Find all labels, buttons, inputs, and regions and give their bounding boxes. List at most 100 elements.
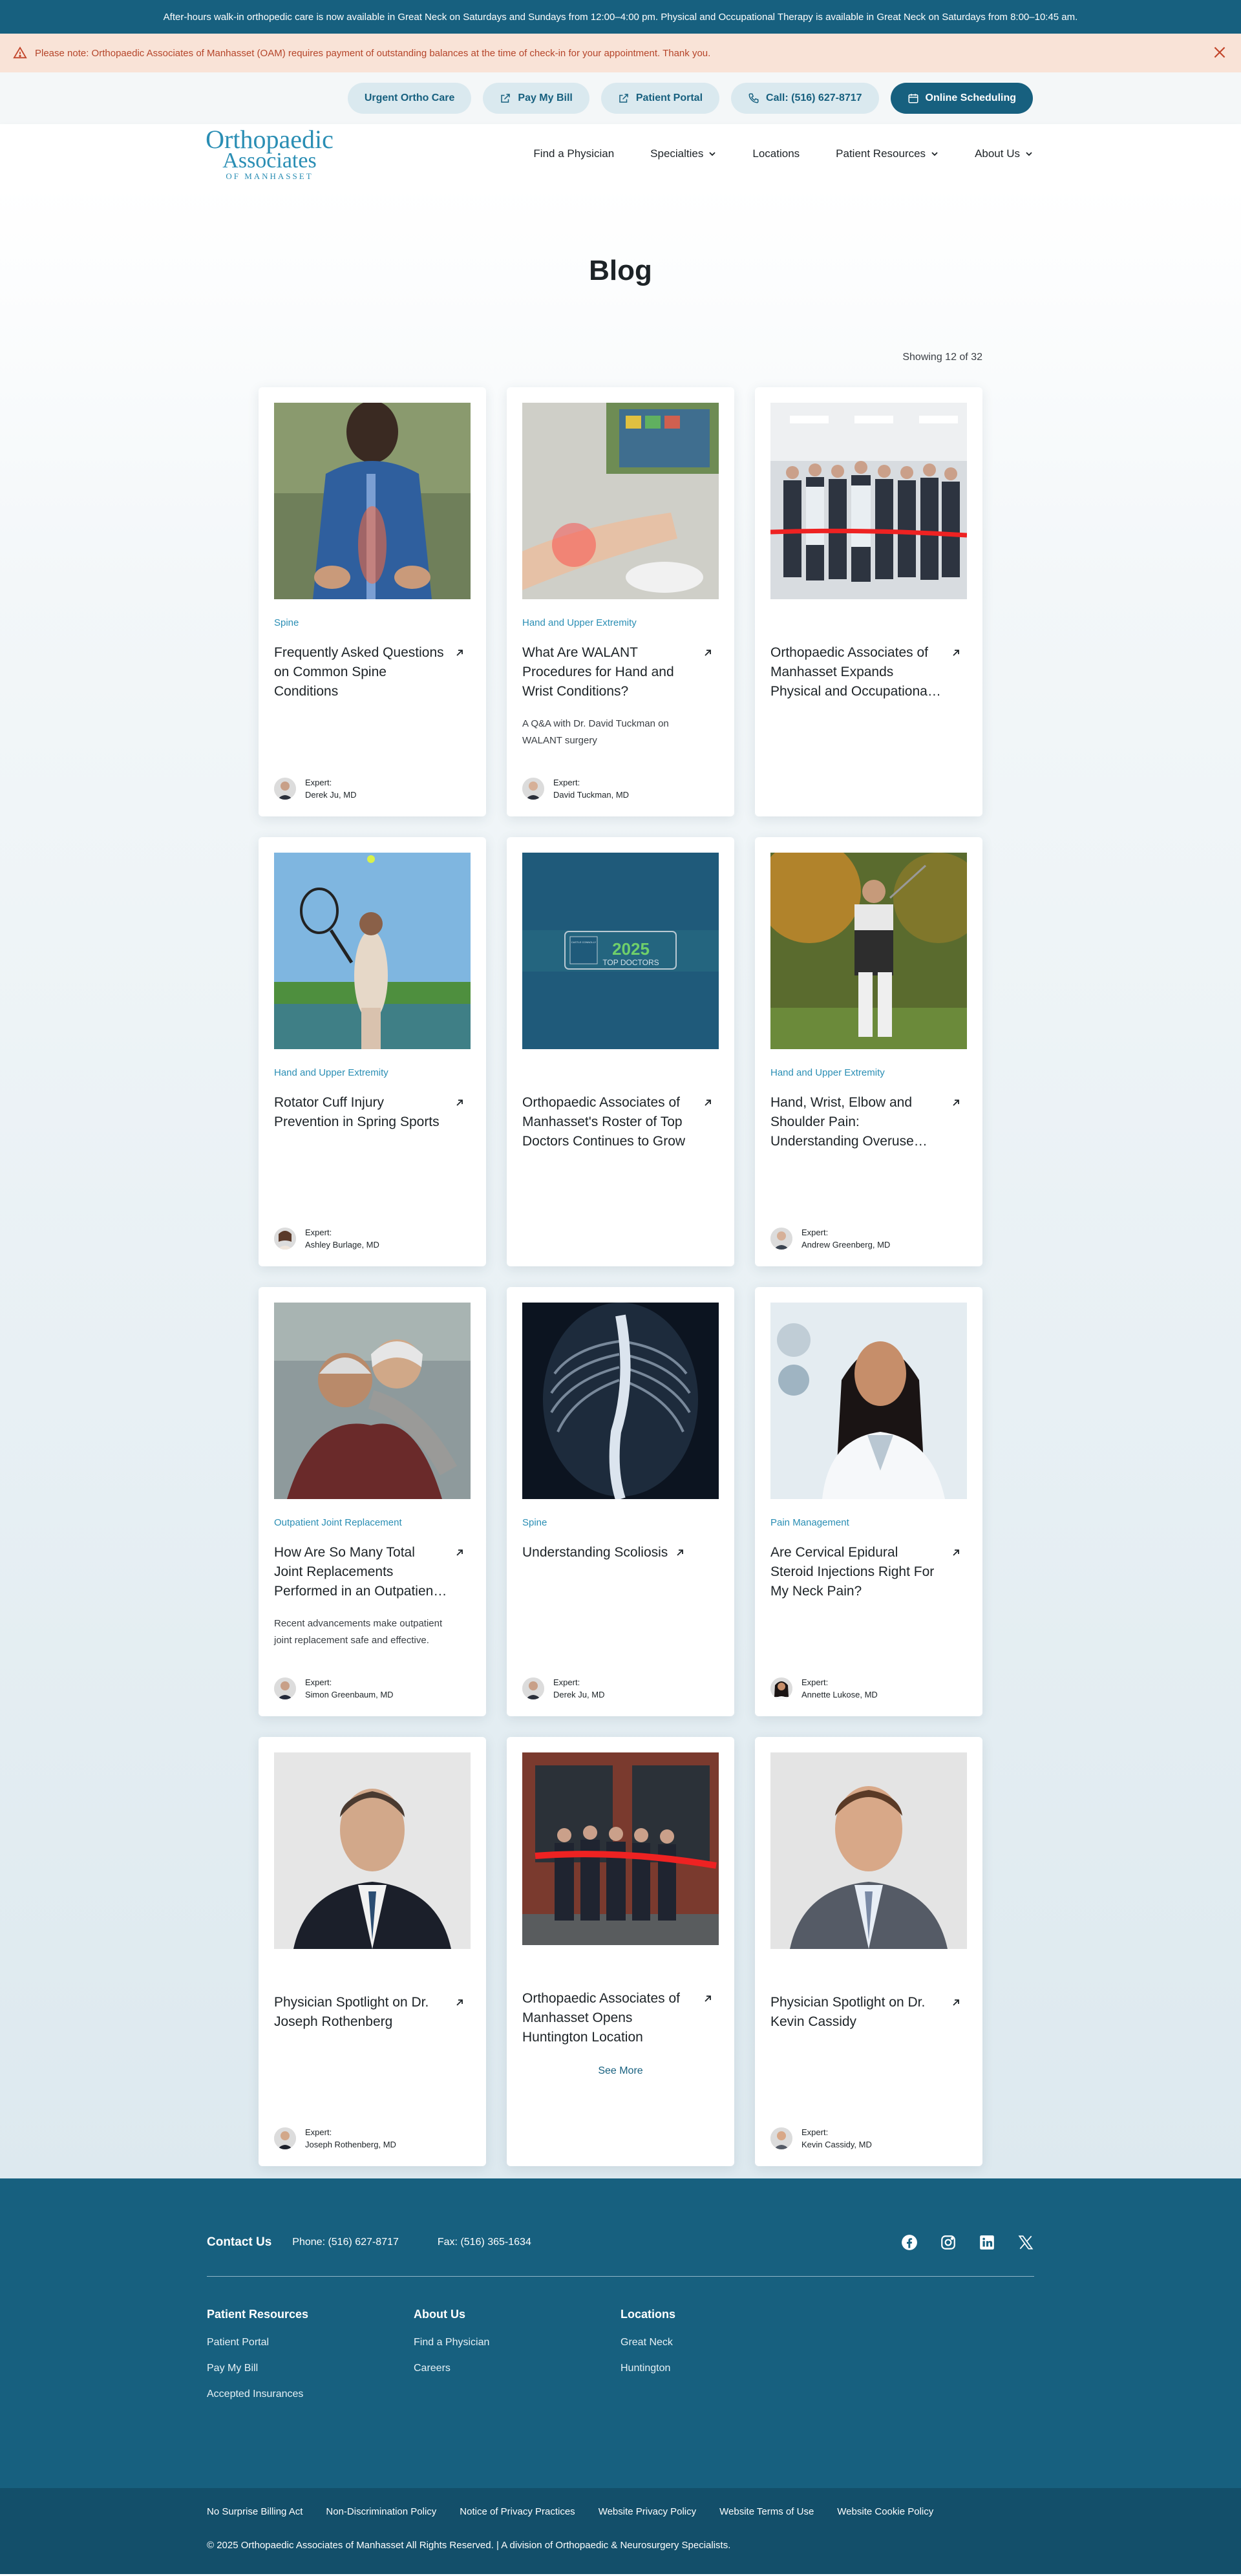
logo-line-1: Orthopaedic xyxy=(206,124,334,154)
arrow-up-right-icon xyxy=(456,1100,463,1106)
expert-label: Expert: xyxy=(305,2127,332,2137)
call-button[interactable]: Call: (516) 627-8717 xyxy=(731,83,879,114)
arrow-up-right-icon xyxy=(456,1999,463,2006)
blog-card[interactable]: Spine Understanding Scoliosis Expert: Der… xyxy=(507,1287,734,1716)
arrow-up-right-icon xyxy=(953,1999,959,2006)
blog-card[interactable]: Outpatient Joint Replacement How Are So … xyxy=(259,1287,486,1716)
card-image-cassidy xyxy=(770,1752,967,1949)
card-title: Physician Spotlight on Dr. Kevin Cassidy xyxy=(770,1995,926,2029)
facebook-icon[interactable] xyxy=(901,2234,918,2251)
schedule-label: Online Scheduling xyxy=(925,92,1016,103)
card-expert: Expert: Ashley Burlage, MD xyxy=(274,1226,379,1251)
blog-card[interactable]: Orthopaedic Associates of Manhasset Open… xyxy=(507,1737,734,2166)
expert-label: Expert: xyxy=(801,1677,829,1687)
logo-line-2: Associates xyxy=(222,148,317,173)
blog-grid: Spine Frequently Asked Questions on Comm… xyxy=(259,387,982,2166)
footer-link-huntington[interactable]: Huntington xyxy=(620,2363,827,2374)
nav-about-label: About Us xyxy=(975,147,1020,160)
card-image-wrist xyxy=(522,403,719,599)
card-category xyxy=(522,1067,719,1079)
online-scheduling-button[interactable]: Online Scheduling xyxy=(890,83,1033,114)
card-title: Are Cervical Epidural Steroid Injections… xyxy=(770,1545,935,1599)
nav-about-us[interactable]: About Us xyxy=(975,147,1033,160)
footer-link-great-neck[interactable]: Great Neck xyxy=(620,2337,827,2348)
blog-card[interactable]: CASTLE CONNOLLY 2025 TOP DOCTORS Orthopa… xyxy=(507,837,734,1266)
avatar xyxy=(522,1677,544,1699)
arrow-up-right-icon xyxy=(705,1996,711,2002)
card-title: Physician Spotlight on Dr. Joseph Rothen… xyxy=(274,1995,429,2029)
blog-card[interactable]: Pain Management Are Cervical Epidural St… xyxy=(755,1287,982,1716)
nav-specialties[interactable]: Specialties xyxy=(650,147,716,160)
nav-resources-label: Patient Resources xyxy=(836,147,926,160)
footer-link-pay-my-bill[interactable]: Pay My Bill xyxy=(207,2363,414,2374)
footer-phone[interactable]: Phone: (516) 627-8717 xyxy=(292,2237,399,2248)
card-expert: Expert: Joseph Rothenberg, MD xyxy=(274,2126,396,2151)
pay-my-bill-button[interactable]: Pay My Bill xyxy=(483,83,589,114)
phone-icon xyxy=(748,93,759,103)
col-title: About Us xyxy=(414,2308,465,2321)
avatar xyxy=(274,1228,296,1250)
x-icon[interactable] xyxy=(1017,2234,1034,2251)
page-title: Blog xyxy=(589,255,652,286)
legal-link-terms[interactable]: Website Terms of Use xyxy=(719,2506,814,2517)
card-category: Spine xyxy=(274,617,299,628)
footer-link-patient-portal[interactable]: Patient Portal xyxy=(207,2337,414,2348)
legal-link-no-surprise-billing[interactable]: No Surprise Billing Act xyxy=(207,2506,302,2517)
chevron-down-icon xyxy=(931,152,938,156)
legal-link-privacy-practices[interactable]: Notice of Privacy Practices xyxy=(460,2506,575,2517)
warning-icon xyxy=(13,46,27,59)
footer-divider xyxy=(207,2276,1034,2277)
main-nav: Orthopaedic Associates OF MANHASSET Find… xyxy=(0,124,1241,184)
nav-patient-resources[interactable]: Patient Resources xyxy=(836,147,939,160)
card-category: Hand and Upper Extremity xyxy=(274,1067,388,1078)
alert-text: Please note: Orthopaedic Associates of M… xyxy=(35,47,711,59)
card-category xyxy=(522,1963,719,1975)
call-label: Call: (516) 627-8717 xyxy=(766,92,862,103)
badge-castle-connolly: CASTLE CONNOLLY xyxy=(571,941,597,944)
close-icon[interactable] xyxy=(1211,44,1228,61)
legal-links: No Surprise Billing Act Non-Discriminati… xyxy=(207,2506,933,2517)
card-category xyxy=(770,617,967,629)
legal-link-cookie-policy[interactable]: Website Cookie Policy xyxy=(837,2506,933,2517)
expert-label: Expert: xyxy=(801,2127,829,2137)
contact-row: Contact Us Phone: (516) 627-8717 Fax: (5… xyxy=(207,2234,1034,2251)
arrow-up-right-icon xyxy=(705,1100,711,1106)
blog-card[interactable]: Physician Spotlight on Dr. Joseph Rothen… xyxy=(259,1737,486,2166)
copyright: © 2025 Orthopaedic Associates of Manhass… xyxy=(207,2540,731,2551)
urgent-ortho-care-button[interactable]: Urgent Ortho Care xyxy=(347,83,472,114)
results-count: Showing 12 of 32 xyxy=(902,352,982,363)
blog-card[interactable]: Hand and Upper Extremity Hand, Wrist, El… xyxy=(755,837,982,1266)
card-category: Hand and Upper Extremity xyxy=(522,617,637,628)
footer-link-find-physician[interactable]: Find a Physician xyxy=(414,2337,620,2348)
card-category: Pain Management xyxy=(770,1517,849,1528)
arrow-up-right-icon xyxy=(456,650,463,656)
blog-card[interactable]: Hand and Upper Extremity Rotator Cuff In… xyxy=(259,837,486,1266)
blog-card[interactable]: Physician Spotlight on Dr. Kevin Cassidy… xyxy=(755,1737,982,2166)
patient-portal-button[interactable]: Patient Portal xyxy=(600,83,720,114)
footer-link-accepted-insurances[interactable]: Accepted Insurances xyxy=(207,2389,414,2400)
blog-card[interactable]: Spine Frequently Asked Questions on Comm… xyxy=(259,387,486,816)
instagram-icon[interactable] xyxy=(940,2234,957,2251)
linkedin-icon[interactable] xyxy=(979,2234,995,2251)
expert-name: Annette Lukose, MD xyxy=(801,1690,878,1699)
nav-find-physician[interactable]: Find a Physician xyxy=(533,147,614,160)
badge-year: 2025 xyxy=(612,939,650,959)
legal-link-non-discrimination[interactable]: Non-Discrimination Policy xyxy=(326,2506,436,2517)
arrow-up-right-icon xyxy=(953,1549,959,1556)
card-category xyxy=(274,1967,471,1979)
nav-locations[interactable]: Locations xyxy=(752,147,800,160)
blog-card[interactable]: Orthopaedic Associates of Manhasset Expa… xyxy=(755,387,982,816)
card-expert: Expert: Andrew Greenberg, MD xyxy=(770,1226,890,1251)
calendar-icon xyxy=(908,94,918,103)
card-excerpt: A Q&A with Dr. David Tuckman on WALANT s… xyxy=(522,718,669,746)
footer-link-careers[interactable]: Careers xyxy=(414,2363,620,2374)
expert-name: Simon Greenbaum, MD xyxy=(305,1690,394,1699)
expert-label: Expert: xyxy=(305,1677,332,1687)
arrow-up-right-icon xyxy=(953,650,959,656)
site-logo[interactable]: Orthopaedic Associates OF MANHASSET xyxy=(206,124,334,180)
nav-locations-label: Locations xyxy=(752,147,800,160)
blog-card[interactable]: Hand and Upper Extremity What Are WALANT… xyxy=(507,387,734,816)
see-more-link[interactable]: See More xyxy=(0,2065,1241,2077)
card-expert: Expert: Derek Ju, MD xyxy=(274,776,356,801)
legal-link-privacy-policy[interactable]: Website Privacy Policy xyxy=(599,2506,696,2517)
